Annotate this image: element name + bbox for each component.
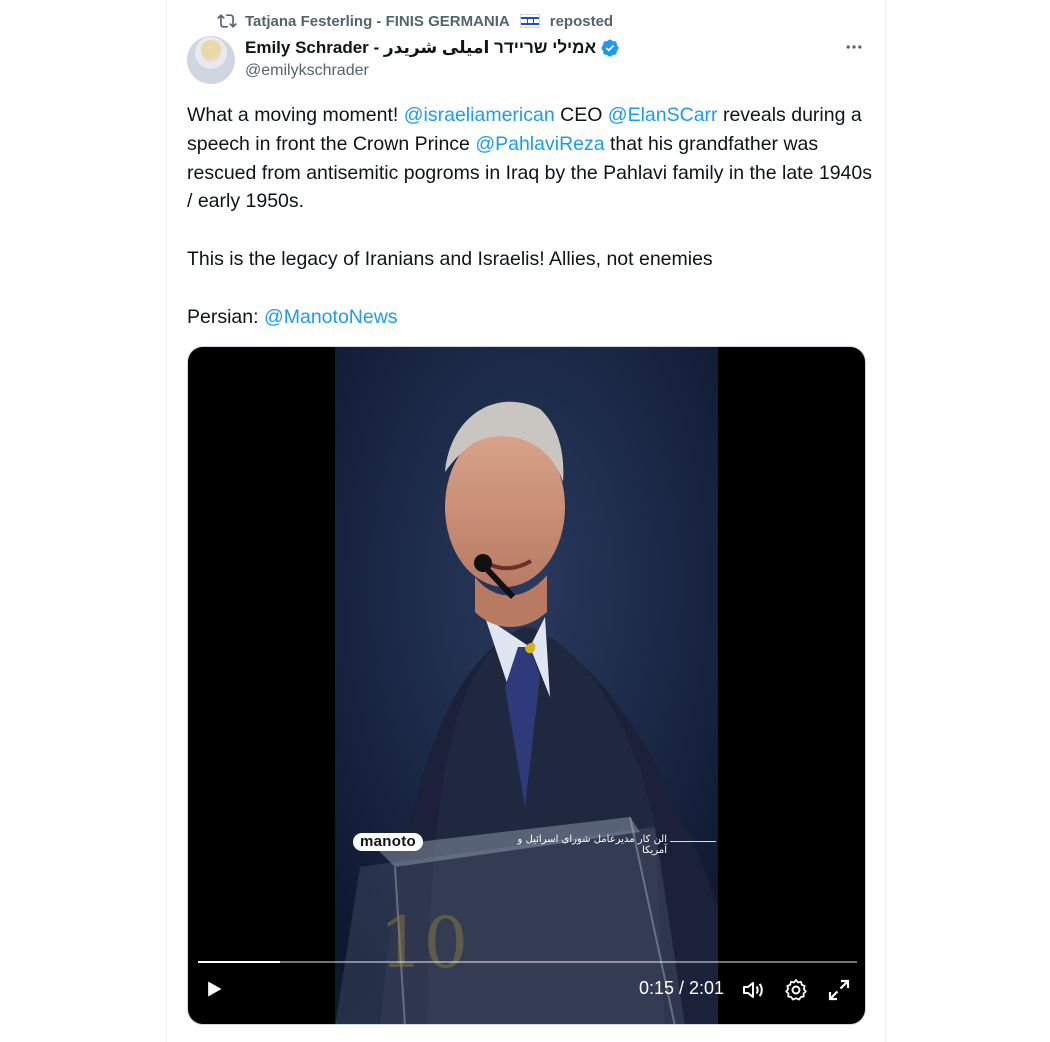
author-handle[interactable]: @emilykschrader (245, 62, 369, 80)
repost-icon (217, 14, 237, 28)
play-icon[interactable] (204, 979, 224, 999)
tweet-card[interactable]: Tatjana Festerling - FINIS GERMANIA repo… (166, 0, 886, 1042)
video-caption: الن کار مدیرعامل شورای اسرائیل و آمریکا (517, 834, 667, 856)
mention-link[interactable]: @ManotoNews (264, 306, 398, 328)
israel-flag-icon (519, 14, 540, 28)
video-player[interactable]: 10 manoto الن کار مدیرعامل شورای اسرائیل… (187, 346, 866, 1025)
tweet-text-segment: CEO (554, 104, 608, 126)
video-time: 0:15 / 2:01 (639, 978, 725, 998)
repost-label: reposted (549, 12, 614, 30)
repost-context[interactable]: Tatjana Festerling - FINIS GERMANIA repo… (217, 11, 613, 31)
settings-icon[interactable] (784, 978, 808, 1002)
tweet-text: What a moving moment! @israeliamerican C… (187, 101, 877, 331)
video-progress-bar[interactable] (198, 961, 857, 963)
mention-link[interactable]: @PahlaviReza (475, 133, 604, 155)
video-frame[interactable]: 10 manoto الن کار مدیرعامل شورای اسرائیل… (335, 347, 718, 1024)
video-controls: 0:15 / 2:01 (188, 968, 865, 1024)
speaker-illustration: 10 (335, 347, 718, 1024)
more-icon (846, 45, 862, 49)
tweet-text-segment: that his grandfather was rescued from an… (187, 132, 872, 328)
author-name-row[interactable]: Emily Schrader - אמילי שריידר امیلی شرید… (245, 37, 620, 59)
mention-link[interactable]: @israeliamerican (404, 104, 555, 126)
reposter-name[interactable]: Tatjana Festerling - FINIS GERMANIA (245, 13, 510, 30)
tweet-text-segment: What a moving moment! (187, 104, 404, 126)
more-button[interactable] (843, 36, 865, 58)
caption-divider (670, 841, 716, 842)
avatar[interactable] (187, 36, 235, 84)
mention-link[interactable]: @ElanSCarr (608, 104, 718, 126)
volume-icon[interactable] (741, 978, 765, 1002)
fullscreen-icon[interactable] (827, 978, 851, 1002)
author-display-name[interactable]: Emily Schrader - אמילי שריידר امیلی شرید… (245, 38, 596, 58)
manoto-logo: manoto (353, 833, 423, 851)
verified-badge-icon (601, 39, 619, 57)
video-progress-fill (198, 961, 280, 963)
